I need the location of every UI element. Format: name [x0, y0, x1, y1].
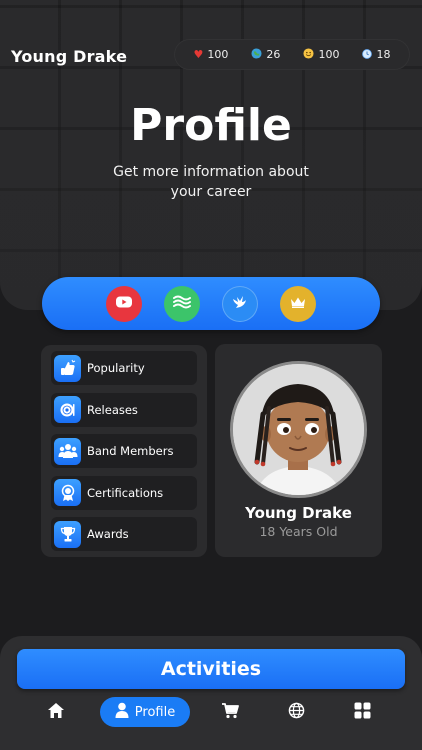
youtube-button[interactable] — [106, 285, 142, 322]
group-icon — [54, 437, 81, 465]
premium-button[interactable] — [280, 285, 316, 322]
youtube-icon — [115, 294, 133, 313]
bottom-nav: Profile — [0, 697, 422, 729]
age-stat: 18 — [362, 48, 390, 61]
category-bar — [42, 277, 380, 330]
clock-icon — [362, 48, 373, 61]
age-value: 18 — [376, 48, 391, 61]
waves-icon — [172, 294, 192, 314]
trophy-icon — [54, 520, 81, 548]
page-subtitle: Get more information about your career — [113, 164, 309, 200]
crown-icon — [289, 294, 307, 313]
nav-profile-label: Profile — [134, 704, 176, 720]
happiness-stat: 100 — [303, 48, 339, 61]
stats-bar: ♥ 100 26 100 18 — [174, 39, 410, 70]
menu-label-awards: Awards — [87, 527, 129, 541]
menu-label-popularity: Popularity — [87, 361, 145, 375]
popularity-icon — [54, 354, 81, 382]
globe-icon — [251, 48, 262, 61]
medal-icon — [54, 479, 81, 506]
menu-label-band-members: Band Members — [87, 444, 174, 458]
menu-label-releases: Releases — [87, 402, 138, 417]
nav-shop[interactable] — [218, 697, 242, 727]
cart-icon — [221, 702, 239, 723]
activities-button[interactable]: Activities — [17, 649, 405, 689]
heart-icon: ♥ — [193, 48, 204, 61]
bird-icon — [231, 294, 249, 314]
happiness-value: 100 — [318, 48, 340, 61]
menu-item-popularity[interactable]: Popularity — [51, 351, 197, 385]
health-stat: ♥ 100 — [194, 48, 229, 61]
nav-menu[interactable] — [350, 697, 374, 727]
health-value: 100 — [207, 48, 229, 61]
player-name: Young Drake — [11, 47, 128, 66]
nav-profile[interactable]: Profile — [100, 697, 190, 727]
nav-world[interactable] — [284, 697, 308, 727]
profile-name: Young Drake — [245, 504, 352, 522]
menu-label-certifications: Certifications — [87, 485, 164, 500]
menu-item-band-members[interactable]: Band Members — [51, 434, 197, 468]
streaming-button[interactable] — [164, 285, 200, 322]
fans-stat: 26 — [251, 48, 280, 61]
nav-home[interactable] — [43, 697, 69, 727]
globe-icon — [288, 702, 305, 723]
social-button[interactable] — [222, 285, 258, 322]
profile-age: 18 Years Old — [259, 524, 338, 539]
home-icon — [47, 702, 65, 723]
fans-value: 26 — [266, 48, 281, 61]
menu-item-awards[interactable]: Awards — [51, 517, 197, 551]
grid-icon — [354, 702, 371, 723]
avatar — [230, 361, 367, 498]
smiley-icon — [303, 48, 314, 61]
menu-item-certifications[interactable]: Certifications — [51, 475, 197, 510]
profile-menu: Popularity Releases Band Members Certifi… — [41, 345, 207, 557]
menu-item-releases[interactable]: Releases — [51, 392, 197, 427]
vinyl-record-icon — [54, 396, 81, 423]
page-title: Profile — [130, 100, 292, 151]
profile-icon — [115, 702, 129, 722]
profile-card: Young Drake 18 Years Old — [215, 344, 382, 557]
